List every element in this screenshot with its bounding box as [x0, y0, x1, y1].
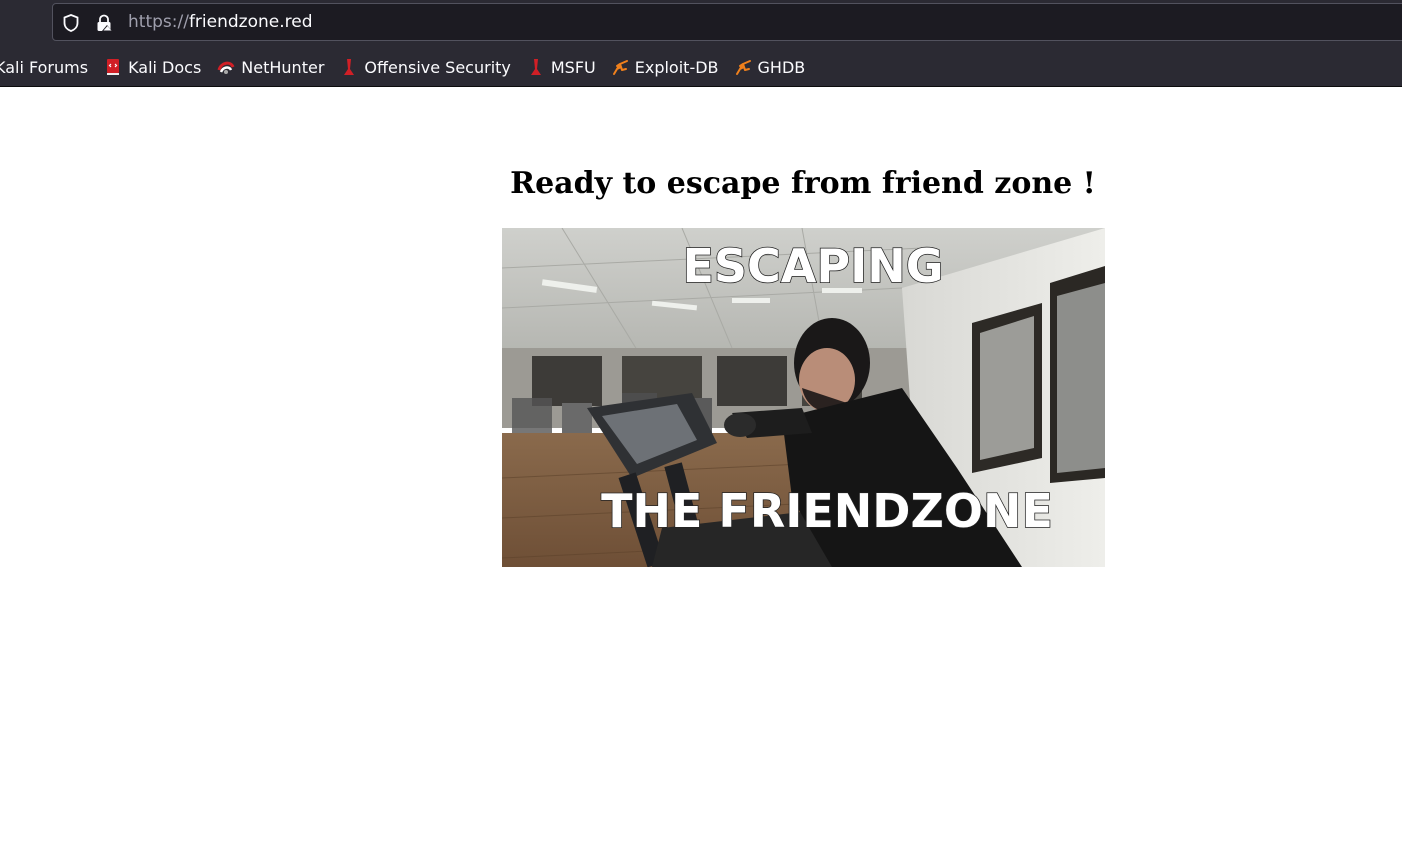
- bookmark-kali-forums[interactable]: Kali Forums: [0, 52, 88, 82]
- bookmark-ghdb[interactable]: GHDB: [734, 52, 806, 82]
- bookmark-label: Exploit-DB: [634, 57, 719, 77]
- exploit-db-icon: [734, 58, 752, 76]
- kali-docs-icon: [104, 58, 122, 76]
- nethunter-icon: [217, 58, 235, 76]
- offsec-icon: [527, 58, 545, 76]
- bookmark-kali-docs[interactable]: Kali Docs: [104, 52, 201, 82]
- bookmark-label: Offensive Security: [364, 57, 511, 77]
- exploit-db-icon: [611, 58, 629, 76]
- url-text[interactable]: https://friendzone.red: [128, 12, 313, 32]
- bookmark-label: Kali Docs: [128, 57, 202, 77]
- bookmark-exploit-db[interactable]: Exploit-DB: [611, 52, 719, 82]
- web-page: Ready to escape from friend zone ! ESCAP…: [0, 87, 1402, 852]
- bookmark-nethunter[interactable]: NetHunter: [217, 52, 324, 82]
- meme-top-text: ESCAPING: [683, 239, 944, 293]
- bookmark-offensive-security[interactable]: Offensive Security: [340, 52, 511, 82]
- browser-toolbar: https://friendzone.red Kali Forums Kali …: [0, 0, 1402, 87]
- bookmark-msfu[interactable]: MSFU: [527, 52, 596, 82]
- url-bar[interactable]: https://friendzone.red: [52, 3, 1402, 41]
- offsec-icon: [340, 58, 358, 76]
- page-heading: Ready to escape from friend zone !: [510, 166, 1096, 201]
- bookmark-label: GHDB: [757, 57, 806, 77]
- lock-icon[interactable]: [94, 13, 114, 33]
- bookmarks-bar: Kali Forums Kali Docs NetHunter Offensiv…: [0, 52, 805, 82]
- url-scheme: https://: [128, 12, 189, 32]
- shield-icon[interactable]: [61, 13, 81, 33]
- bookmark-label: NetHunter: [241, 57, 325, 77]
- bookmark-label: Kali Forums: [0, 57, 89, 77]
- url-host: friendzone.red: [188, 12, 313, 32]
- meme-image: ESCAPING THE FRIENDZONE: [502, 228, 1105, 567]
- bookmark-label: MSFU: [550, 57, 596, 77]
- meme-bottom-text: THE FRIENDZONE: [601, 484, 1053, 538]
